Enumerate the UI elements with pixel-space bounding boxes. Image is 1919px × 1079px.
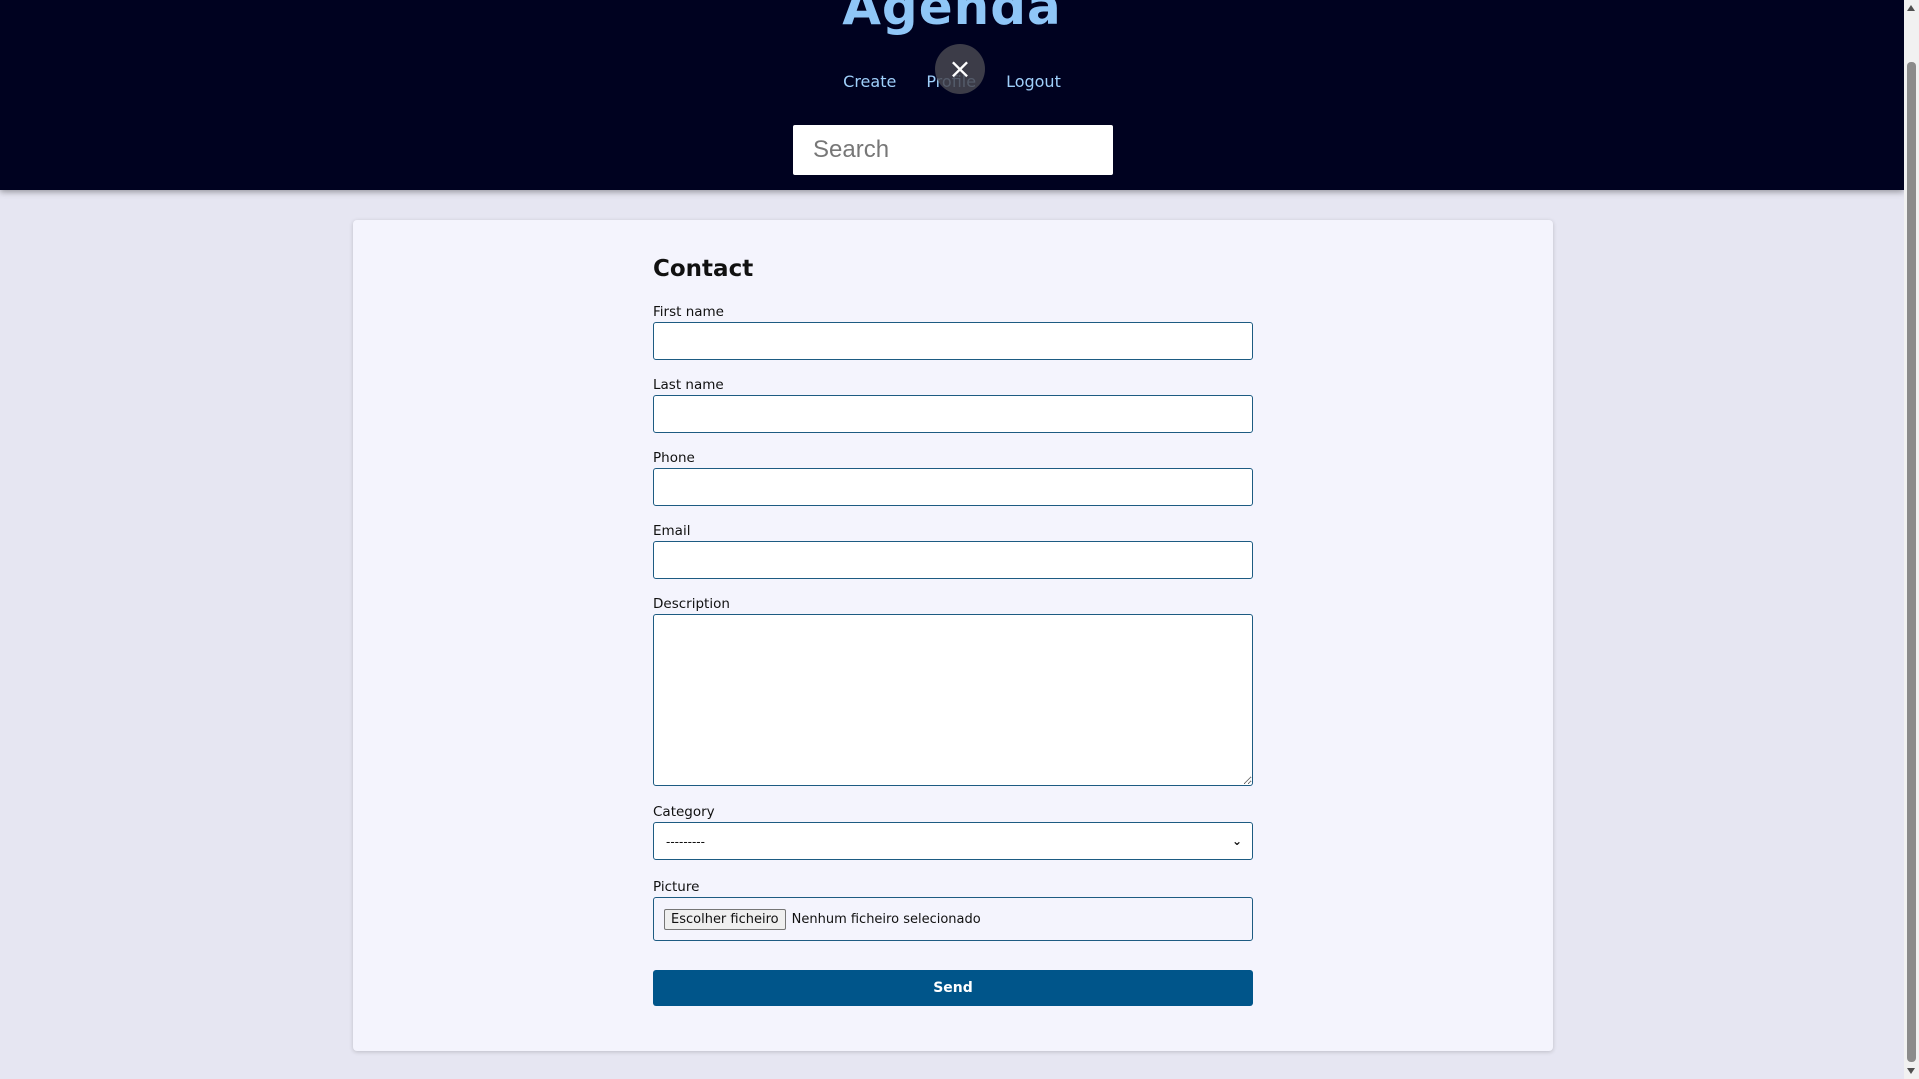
description-label: Description [653,596,730,612]
email-label: Email [653,523,691,539]
chevron-down-icon: ⌄ [1231,834,1242,848]
close-icon[interactable]: × [935,44,985,94]
nav-create-link[interactable]: Create [843,72,896,91]
last-name-label: Last name [653,377,724,393]
contact-form-card: Contact First name Last name Phone Email… [353,220,1553,1051]
description-textarea[interactable] [653,614,1253,786]
phone-input[interactable] [653,468,1253,506]
first-name-input[interactable] [653,322,1253,360]
nav-logout-link[interactable]: Logout [1006,72,1061,91]
phone-label: Phone [653,450,695,466]
site-header: Agenda Create Profile Logout × [0,0,1904,190]
file-status-text: Nenhum ficheiro selecionado [791,911,981,927]
picture-file-input: Escolher ficheiro Nenhum ficheiro seleci… [653,897,1253,941]
last-name-input[interactable] [653,395,1253,433]
scrollbar-thumb[interactable] [1907,62,1916,1062]
brand-title[interactable]: Agenda [0,0,1904,36]
search-input[interactable] [793,125,1113,175]
category-label: Category [653,804,715,820]
picture-label: Picture [653,879,700,895]
category-select[interactable]: --------- ⌄ [653,822,1253,860]
form-title: Contact [653,256,754,282]
scroll-up-arrow-icon[interactable] [1907,5,1915,11]
scroll-down-arrow-icon[interactable] [1907,1068,1915,1074]
first-name-label: First name [653,304,724,320]
email-input[interactable] [653,541,1253,579]
vertical-scrollbar[interactable] [1904,0,1919,1079]
category-selected-value: --------- [666,833,705,849]
choose-file-button[interactable]: Escolher ficheiro [664,908,786,930]
viewport: Agenda Create Profile Logout × Contact F… [0,0,1904,1079]
send-button[interactable]: Send [653,970,1253,1006]
